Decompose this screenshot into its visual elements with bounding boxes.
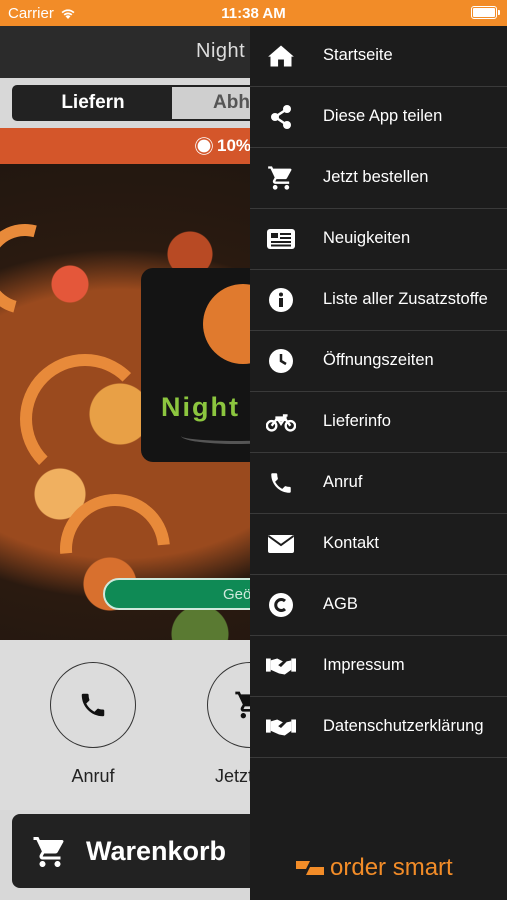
menu-item-label: Anruf — [323, 473, 363, 491]
menu-item-label: Lieferinfo — [323, 412, 391, 430]
call-action-button[interactable] — [50, 662, 136, 748]
menu-item-privacy[interactable]: Datenschutzerklärung — [250, 697, 507, 758]
motorcycle-icon — [266, 407, 296, 437]
cart-icon — [33, 837, 64, 867]
menu-item-order-now[interactable]: Jetzt bestellen — [250, 148, 507, 209]
share-icon — [266, 102, 296, 132]
menu-item-label: AGB — [323, 595, 358, 613]
phone-icon — [81, 693, 105, 717]
menu-item-label: Diese App teilen — [323, 107, 443, 125]
handshake-icon — [266, 651, 296, 681]
handshake-icon — [266, 712, 296, 742]
open-status-text: Geö — [223, 586, 252, 603]
badge-icon — [197, 139, 211, 153]
menu-item-opening-hours[interactable]: Öffnungszeiten — [250, 331, 507, 392]
menu-item-label: Liste aller Zusatzstoffe — [323, 290, 488, 308]
menu-item-startseite[interactable]: Startseite — [250, 26, 507, 87]
menu-item-label: Kontakt — [323, 534, 379, 552]
menu-item-label: Jetzt bestellen — [323, 168, 429, 186]
menu-item-label: Neuigkeiten — [323, 229, 411, 247]
status-bar: Carrier 11:38 AM — [0, 0, 507, 26]
menu-item-news[interactable]: Neuigkeiten — [250, 209, 507, 270]
menu-item-label: Impressum — [323, 656, 405, 674]
shrimp-decoration — [20, 354, 150, 484]
clock-icon — [266, 346, 296, 376]
clock: 11:38 AM — [221, 5, 286, 22]
side-drawer: Startseite Diese App teilen Jetzt bestel… — [250, 26, 507, 900]
menu-item-delivery-info[interactable]: Lieferinfo — [250, 392, 507, 453]
home-icon — [266, 41, 296, 71]
menu-item-label: Datenschutzerklärung — [323, 717, 484, 735]
logo-text: Night — [161, 392, 240, 422]
menu-item-call[interactable]: Anruf — [250, 453, 507, 514]
page-title: Night I — [196, 40, 258, 62]
info-icon — [266, 285, 296, 315]
phone-icon — [266, 468, 296, 498]
cart-label: Warenkorb — [86, 836, 227, 866]
call-action-label: Anruf — [71, 766, 115, 786]
order-smart-logo: order smart — [294, 854, 453, 882]
promo-text: 10% — [217, 136, 252, 155]
shrimp-decoration — [0, 207, 87, 331]
menu-item-additives[interactable]: Liste aller Zusatzstoffe — [250, 270, 507, 331]
order-smart-mark-icon — [294, 857, 326, 879]
cart-icon — [266, 163, 296, 193]
menu-item-terms[interactable]: AGB — [250, 575, 507, 636]
newspaper-icon — [266, 224, 296, 254]
deliver-tab[interactable]: Liefern — [14, 87, 172, 119]
menu-item-label: Öffnungszeiten — [323, 351, 434, 369]
menu-item-share[interactable]: Diese App teilen — [250, 87, 507, 148]
menu-item-label: Startseite — [323, 46, 393, 64]
menu-item-imprint[interactable]: Impressum — [250, 636, 507, 697]
menu-item-contact[interactable]: Kontakt — [250, 514, 507, 575]
envelope-icon — [266, 529, 296, 559]
order-smart-text: order smart — [330, 854, 453, 881]
battery-icon — [471, 6, 500, 19]
copyright-icon — [266, 590, 296, 620]
call-action[interactable]: Anruf — [50, 662, 136, 787]
